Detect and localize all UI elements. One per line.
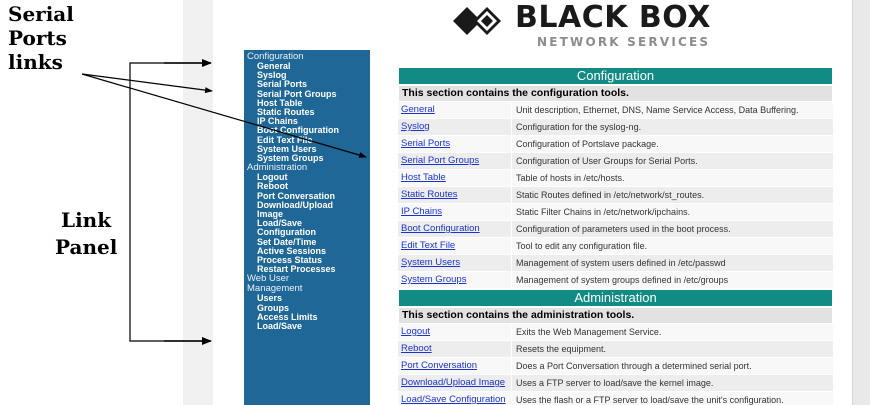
annotation-arrows [81, 59, 367, 345]
arrow-to-sidebar-serial-ports [81, 73, 213, 94]
link-panel-bracket [129, 62, 205, 342]
arrow-to-table-serial-ports [81, 73, 367, 158]
